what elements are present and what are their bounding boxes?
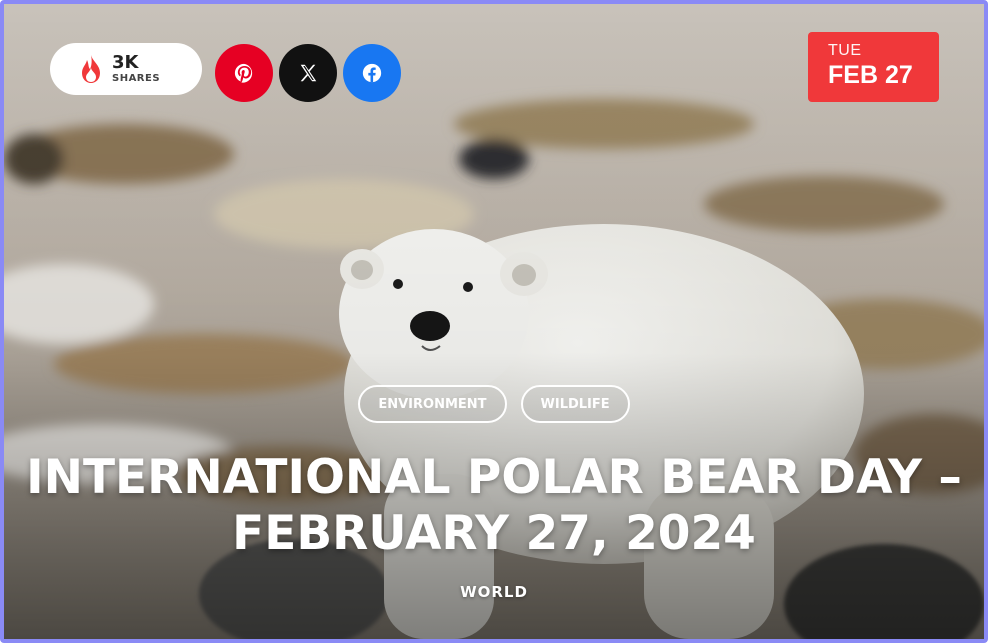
tag-list: ENVIRONMENT WILDLIFE: [4, 385, 984, 423]
tag-environment[interactable]: ENVIRONMENT: [358, 385, 507, 423]
date-month-day: FEB 27: [828, 61, 913, 89]
article-title[interactable]: INTERNATIONAL POLAR BEAR DAY – FEBRUARY …: [4, 450, 984, 562]
shares-count: 3K: [112, 52, 139, 73]
x-share-button[interactable]: [279, 44, 337, 102]
hero-banner: 3K SHARES TUE FEB 27 ENVIRONMENT WILDLIF…: [4, 4, 984, 639]
shares-label: SHARES: [112, 73, 161, 84]
category-link[interactable]: WORLD: [4, 583, 984, 601]
x-icon: [300, 64, 317, 82]
tag-wildlife[interactable]: WILDLIFE: [520, 385, 630, 423]
pinterest-share-button[interactable]: [215, 44, 273, 102]
pinterest-icon: [234, 63, 253, 83]
facebook-share-button[interactable]: [343, 44, 401, 102]
page-frame: 3K SHARES TUE FEB 27 ENVIRONMENT WILDLIF…: [0, 0, 988, 643]
flame-icon: [82, 55, 100, 83]
shares-counter: 3K SHARES: [50, 43, 202, 95]
facebook-icon: [362, 63, 382, 83]
date-day-of-week: TUE: [828, 42, 862, 59]
date-badge: TUE FEB 27: [808, 32, 939, 102]
